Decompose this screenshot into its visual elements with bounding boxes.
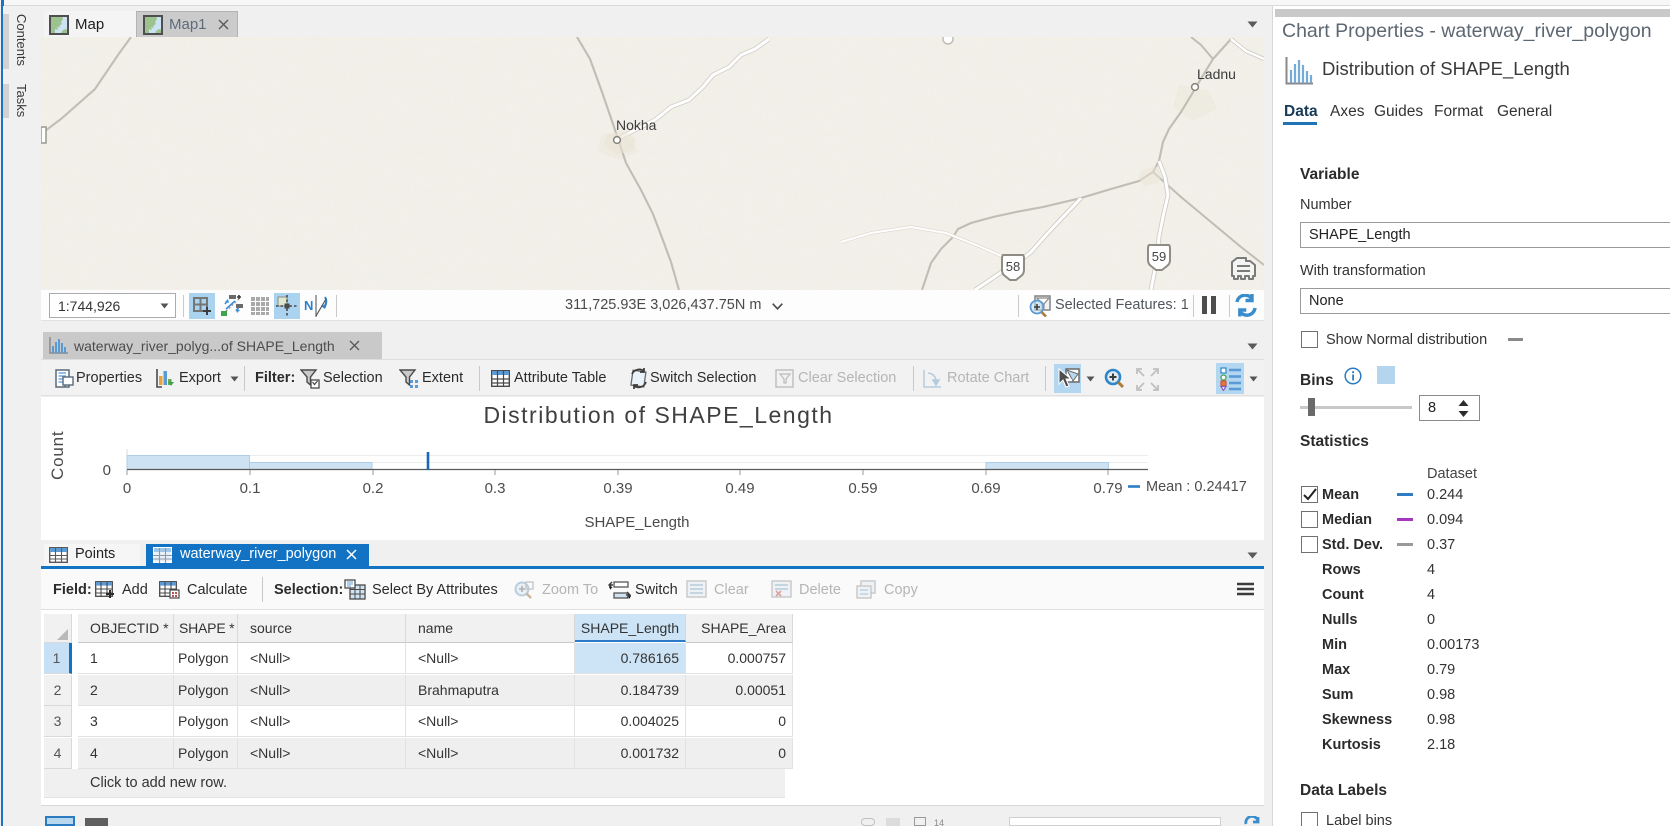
- svg-text:N: N: [304, 298, 313, 313]
- svg-text:58: 58: [1006, 259, 1020, 274]
- svg-text:59: 59: [1152, 249, 1166, 264]
